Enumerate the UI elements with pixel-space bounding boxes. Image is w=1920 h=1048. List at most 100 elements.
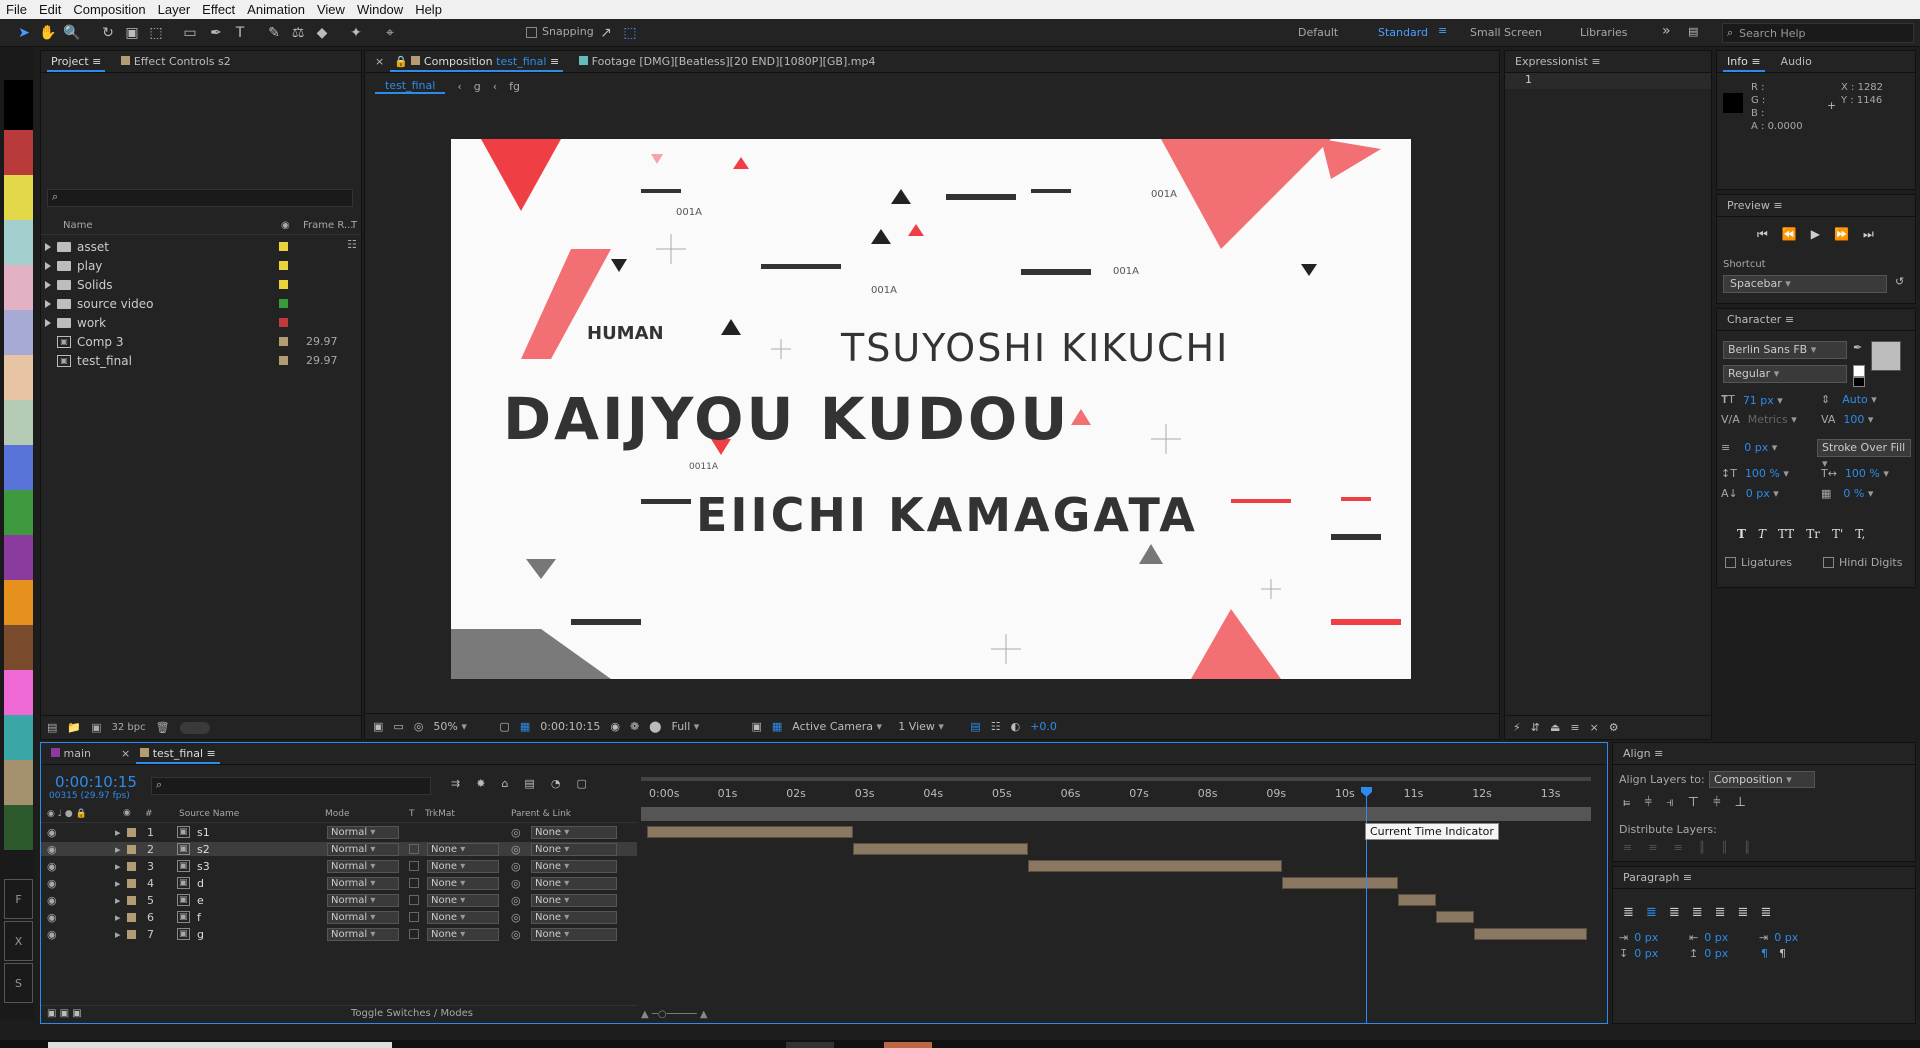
column-name[interactable]: Name: [63, 220, 93, 231]
panel-menu-icon[interactable]: ≡: [550, 55, 559, 68]
align-text-left-icon[interactable]: ≣: [1623, 905, 1634, 920]
layer-duration-bar[interactable]: [852, 843, 1028, 855]
space-after-value[interactable]: 0 px: [1704, 947, 1728, 960]
tab-character[interactable]: Character ≡: [1717, 313, 1804, 326]
expand-arrow-icon[interactable]: ▸: [115, 928, 121, 941]
distribute-icon[interactable]: ║: [1721, 841, 1728, 854]
stroke-width-value[interactable]: 0 px: [1744, 441, 1804, 454]
white-swatch[interactable]: [1853, 365, 1865, 377]
eye-icon[interactable]: ◉: [47, 860, 57, 873]
ligatures-checkbox[interactable]: [1725, 557, 1736, 568]
panel-menu-icon[interactable]: ≡: [92, 55, 101, 68]
vertical-scale-value[interactable]: 100 %: [1745, 467, 1805, 480]
tab-main[interactable]: main: [41, 747, 101, 760]
shortcut-select[interactable]: Spacebar: [1723, 275, 1887, 293]
expand-arrow-icon[interactable]: [45, 261, 51, 270]
bpc-button[interactable]: 32 bpc: [112, 722, 146, 733]
column-number[interactable]: #: [145, 809, 153, 819]
swatch-dark-green[interactable]: [4, 805, 33, 850]
menu-file[interactable]: File: [0, 2, 33, 17]
camera-tool-icon[interactable]: ▣: [122, 23, 142, 43]
workspace-standard[interactable]: Standard: [1378, 26, 1428, 39]
black-swatch[interactable]: [1853, 377, 1865, 387]
align-h-center-icon[interactable]: ⫩: [1644, 795, 1651, 810]
align-right-icon[interactable]: ⫣: [1666, 795, 1674, 810]
project-item[interactable]: play: [41, 256, 361, 275]
pick-whip-icon[interactable]: ◎: [511, 877, 521, 890]
preserve-transparency-box[interactable]: [409, 861, 419, 871]
justify-last-center-icon[interactable]: ≣: [1715, 905, 1726, 920]
view-layout-select[interactable]: 1 View: [898, 720, 960, 733]
rtl-direction-icon[interactable]: ¶: [1779, 947, 1786, 960]
trkmat-select[interactable]: None: [427, 910, 499, 924]
tab-expressionist[interactable]: Expressionist ≡: [1505, 55, 1611, 68]
tab-effect-controls[interactable]: Effect Controls s2: [111, 55, 240, 68]
fast-preview-icon[interactable]: ▦: [772, 720, 782, 733]
kerning-value[interactable]: Metrics: [1748, 413, 1808, 426]
expand-arrow-icon[interactable]: [45, 299, 51, 308]
eyedropper-icon[interactable]: ✒: [1853, 341, 1862, 354]
label-color-chip[interactable]: [127, 912, 136, 922]
footer-icons[interactable]: ▣ ▣ ▣: [47, 1008, 82, 1019]
previous-frame-icon[interactable]: ⏪: [1782, 227, 1797, 242]
layer-row[interactable]: ◉ ▸ 5 ▣ e Normal None ◎ None: [41, 893, 637, 907]
menu-help[interactable]: Help: [409, 2, 448, 17]
eye-icon[interactable]: ◉: [47, 843, 57, 856]
expand-arrow-icon[interactable]: ▸: [115, 843, 121, 856]
panel-menu-icon[interactable]: ≡: [1785, 313, 1794, 326]
column-source-name[interactable]: Source Name: [179, 809, 239, 819]
trash-icon[interactable]: 🗑: [156, 721, 170, 734]
parent-select[interactable]: None: [531, 825, 617, 839]
preserve-transparency-box[interactable]: [409, 844, 419, 854]
reset-icon[interactable]: ↺: [1895, 275, 1904, 288]
subscript-button[interactable]: T,: [1855, 527, 1865, 541]
interpret-footage-icon[interactable]: ▤: [47, 721, 57, 734]
first-frame-icon[interactable]: ⏮: [1757, 227, 1768, 242]
baseline-value[interactable]: 0 px: [1746, 487, 1806, 500]
preserve-transparency-box[interactable]: [409, 912, 419, 922]
parent-select[interactable]: None: [531, 910, 617, 924]
layer-row[interactable]: ◉ ▸ 4 ▣ d Normal None ◎ None: [41, 876, 637, 890]
show-snapshot-icon[interactable]: ❁: [630, 720, 639, 733]
blend-mode-select[interactable]: Normal: [327, 825, 399, 839]
project-search-input[interactable]: ⌕: [47, 189, 353, 207]
layer-duration-bar[interactable]: [1473, 928, 1587, 940]
layer-name[interactable]: d: [197, 877, 204, 890]
timeline-search-input[interactable]: ⌕: [151, 777, 431, 795]
label-color-chip[interactable]: [127, 844, 136, 854]
swatch-lavender[interactable]: [4, 310, 33, 355]
align-left-icon[interactable]: ⫢: [1623, 795, 1630, 810]
faux-bold-button[interactable]: T: [1737, 527, 1746, 541]
transparency-grid-icon[interactable]: ▣: [751, 720, 761, 733]
swatch-s-button[interactable]: S: [4, 963, 33, 1003]
column-t[interactable]: T: [409, 809, 415, 819]
settings-icon[interactable]: ⚙: [1609, 721, 1619, 734]
swatch-f-button[interactable]: F: [4, 879, 33, 919]
justify-all-icon[interactable]: ≣: [1760, 905, 1771, 920]
project-item[interactable]: ▣ Comp 3 29.97: [41, 332, 361, 351]
eye-icon[interactable]: ◉: [47, 928, 57, 941]
label-color-chip[interactable]: [279, 337, 288, 346]
align-to-select[interactable]: Composition: [1709, 771, 1815, 788]
zoom-select[interactable]: 50%: [433, 720, 489, 733]
leading-value[interactable]: Auto: [1842, 393, 1902, 406]
new-comp-icon[interactable]: ▣: [91, 721, 101, 734]
swatch-brown[interactable]: [4, 625, 33, 670]
preserve-transparency-box[interactable]: [409, 929, 419, 939]
swatch-aqua[interactable]: [4, 220, 33, 265]
trkmat-select[interactable]: None: [427, 876, 499, 890]
breadcrumb-fg[interactable]: fg: [509, 80, 520, 93]
swatch-red[interactable]: [4, 130, 33, 175]
swatch-fuchsia[interactable]: [4, 670, 33, 715]
panel-menu-icon[interactable]: ≡: [207, 747, 216, 760]
parent-select[interactable]: None: [531, 927, 617, 941]
pick-whip-icon[interactable]: ◎: [511, 928, 521, 941]
draft-3d-icon[interactable]: ✸: [476, 777, 485, 790]
justify-last-left-icon[interactable]: ≣: [1692, 905, 1703, 920]
label-color-chip[interactable]: [279, 356, 288, 365]
project-item[interactable]: source video: [41, 294, 361, 313]
workspace-default[interactable]: Default: [1298, 26, 1338, 39]
project-item[interactable]: work: [41, 313, 361, 332]
expand-arrow-icon[interactable]: ▸: [115, 877, 121, 890]
justify-last-right-icon[interactable]: ≣: [1738, 905, 1749, 920]
